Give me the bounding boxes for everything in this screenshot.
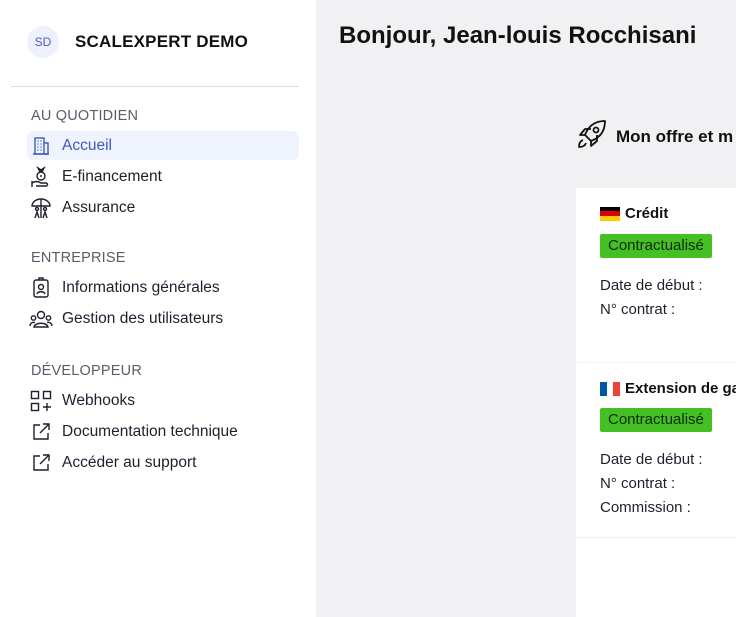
card-title: Crédit [600,205,668,222]
card-title-text: Extension de ga [625,380,736,397]
money-hand-icon [29,165,53,189]
sidebar-item-label: Documentation technique [62,422,238,440]
sidebar-item-label: Assurance [62,198,136,216]
avatar: SD [27,26,59,58]
sidebar-item-label: Accueil [62,136,112,154]
sidebar-item-label: Gestion des utilisateurs [62,309,224,327]
sidebar-item-accueil[interactable]: Accueil [27,131,299,160]
brand[interactable]: SD SCALEXPERT DEMO [27,26,248,58]
offer-card-extension[interactable]: Extension de ga Contractualisé Date de d… [576,363,736,537]
umbrella-family-icon [29,196,53,220]
divider [11,86,299,87]
status-badge: Contractualisé [600,408,712,432]
section-title: ENTREPRISE [31,250,126,266]
field-date-debut: Date de début : [600,277,703,294]
sidebar: SD SCALEXPERT DEMO AU QUOTIDIEN Accueil … [0,0,316,617]
sidebar-item-informations-generales[interactable]: Informations générales [27,273,299,302]
field-commission: Commission : [600,499,691,516]
offer-header: Mon offre et m [576,118,733,155]
users-icon [29,307,53,331]
sidebar-item-assurance[interactable]: Assurance [27,193,299,222]
sidebar-item-label: Informations générales [62,278,220,296]
page-title: Bonjour, Jean-louis Rocchisani [339,22,697,49]
grid-plus-icon [29,389,53,413]
sidebar-item-label: E-financement [62,167,162,185]
field-numero-contrat: N° contrat : [600,475,676,492]
offer-title: Mon offre et m [616,126,734,146]
external-link-icon [29,420,53,444]
france-flag-icon [600,381,621,396]
rocket-icon [576,118,608,155]
card-title: Extension de ga [600,380,736,397]
offer-card[interactable] [576,538,736,617]
sidebar-item-gestion-utilisateurs[interactable]: Gestion des utilisateurs [27,304,299,333]
sidebar-item-label: Accéder au support [62,453,197,471]
sidebar-item-documentation[interactable]: Documentation technique [27,417,299,446]
main-content: Bonjour, Jean-louis Rocchisani Mon offre… [316,0,736,617]
section-title: AU QUOTIDIEN [31,108,139,124]
section-entreprise: ENTREPRISE Informations générales Gestio… [27,248,299,333]
section-au-quotidien: AU QUOTIDIEN Accueil E-financement Assur… [27,106,299,222]
sidebar-item-support[interactable]: Accéder au support [27,448,299,477]
sidebar-item-label: Webhooks [62,391,135,409]
status-badge: Contractualisé [600,234,712,258]
id-badge-icon [29,276,53,300]
external-link-icon [29,451,53,475]
germany-flag-icon [600,206,620,221]
brand-name: SCALEXPERT DEMO [75,32,249,51]
card-title-text: Crédit [625,205,669,222]
field-date-debut: Date de début : [600,451,703,468]
offer-card-credit[interactable]: Crédit Contractualisé Date de début : N°… [576,188,736,362]
field-numero-contrat: N° contrat : [600,301,676,318]
section-title: DÉVELOPPEUR [31,363,142,379]
building-icon [29,134,53,158]
sidebar-item-e-financement[interactable]: E-financement [27,162,299,191]
section-developpeur: DÉVELOPPEUR Webhooks Documentation techn… [27,361,299,477]
sidebar-item-webhooks[interactable]: Webhooks [27,386,299,415]
